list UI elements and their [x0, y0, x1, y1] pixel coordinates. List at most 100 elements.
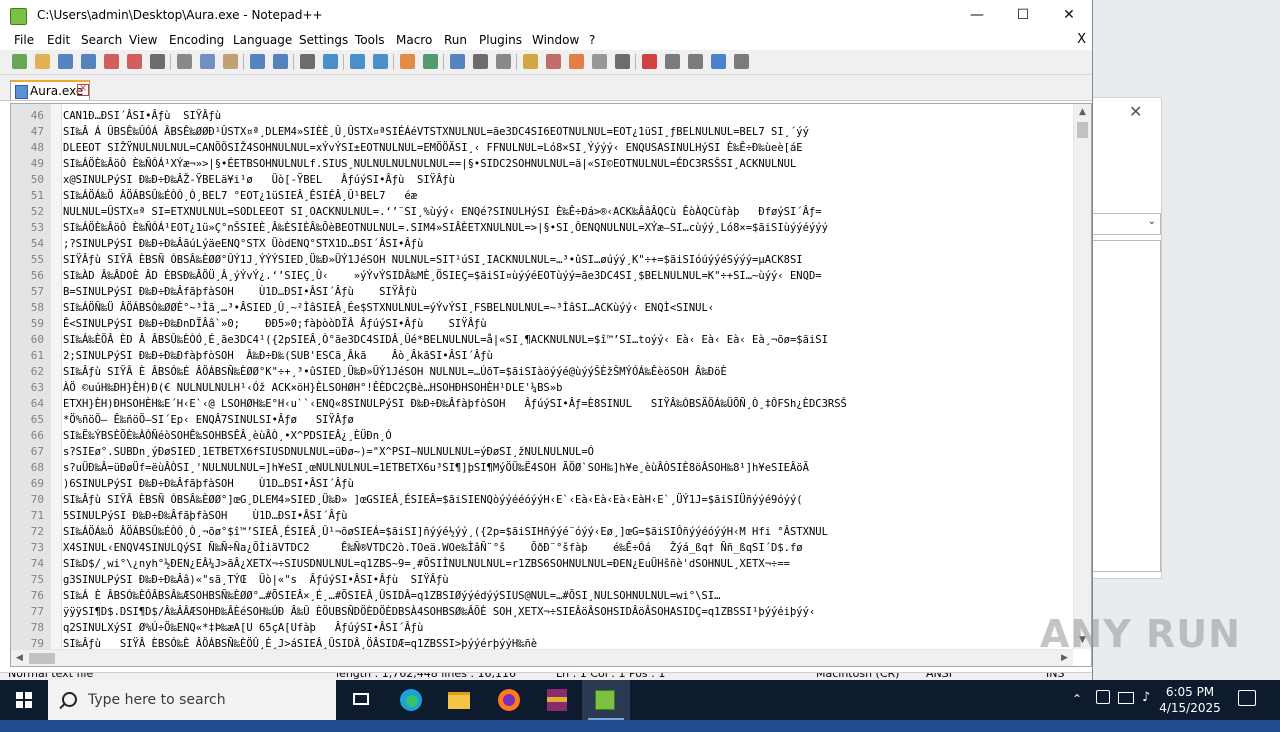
indent-guide-icon[interactable]: [496, 54, 511, 69]
close-all-icon[interactable]: [127, 54, 142, 69]
notepadpp-taskbar-icon[interactable]: [582, 680, 630, 720]
new-icon[interactable]: [12, 54, 27, 69]
sync-v-icon[interactable]: [400, 54, 415, 69]
editor-line[interactable]: 60 SI‰Á‰ÈÖÂ ÈD Â ÂBSÛ‰ÈÒÓ¸É¸ãe3DC4¹({2pSI…: [11, 332, 1073, 348]
clock[interactable]: 6:05 PM 4/15/2025: [1150, 684, 1230, 716]
horizontal-scrollbar[interactable]: ◀ ▶: [11, 649, 1073, 666]
editor-line[interactable]: 68 s?uÜÐ‰Â=üÐøÜf=ëùÂÒSI¸'NULNULNUL=]h¥eSI…: [11, 460, 1073, 476]
all-chars-icon[interactable]: [473, 54, 488, 69]
firefox-icon[interactable]: [486, 680, 534, 720]
editor-line[interactable]: 72 SI‰ÁÖÁ‰Ö ÂÖÁBSÛ‰ÉÒÓ¸Ò¸¬õø°$î™’SIEÂ¸ÉSI…: [11, 524, 1073, 540]
function-list-icon[interactable]: [569, 54, 584, 69]
editor-line[interactable]: 67 s?SIEø°.SUBDn¸ýÐøSIED¸1ETBETX6fSIUSDNU…: [11, 444, 1073, 460]
winrar-icon[interactable]: [534, 680, 582, 720]
menu-run[interactable]: Run: [444, 33, 467, 47]
play-icon[interactable]: [688, 54, 703, 69]
editor-line[interactable]: 77 ÿÿÿSI¶D$.DSI¶D$/Â‰ÂÂÆSOHÐ‰ÂÈéSOH‰ÚÐ Â‰…: [11, 604, 1073, 620]
editor-line[interactable]: 78 q2SINULXýSI Ø%Ú÷Ö‰ENQ«*‡Þ‰æA[U 65çA[Uf…: [11, 620, 1073, 636]
record-icon[interactable]: [642, 54, 657, 69]
editor-line[interactable]: 54 ;?SINULPýSI Ð‰Ð÷Ð‰ÂãúLýäeENQ°STX ÜòdEN…: [11, 236, 1073, 252]
editor-line[interactable]: 49 SI‰ÁÖÈ‰ÂöÒ È‰ÑÓÁ¹XÝæ¬»>|§•ÉETBSOHNULNU…: [11, 156, 1073, 172]
vertical-scroll-thumb[interactable]: [1077, 122, 1088, 138]
menu-encoding[interactable]: Encoding: [169, 33, 224, 47]
editor-line[interactable]: 59 Ê<SINULPýSI Ð‰Ð÷Ð‰ÐnDÏÂâ`»0; ÐÐ5»0;fàþ…: [11, 316, 1073, 332]
menu-settings[interactable]: Settings: [299, 33, 348, 47]
save-icon[interactable]: [58, 54, 73, 69]
zoom-out-icon[interactable]: [373, 54, 388, 69]
word-wrap-icon[interactable]: [450, 54, 465, 69]
folder-icon[interactable]: [592, 54, 607, 69]
save-all-icon[interactable]: [81, 54, 96, 69]
editor-line[interactable]: 70 SI‰Âƒù SIŸÂ ÈBSÑ ÓBSÂ‰ÈØØ°]œG¸DLEM4»SI…: [11, 492, 1073, 508]
scroll-left-icon[interactable]: ◀: [11, 650, 28, 666]
udl-icon[interactable]: [523, 54, 538, 69]
editor-line[interactable]: 74 SI‰D$/¸wi°\¿nyh°½ÐEN¿EÂ¼J>ãÂ¿XETX¬÷SIU…: [11, 556, 1073, 572]
editor-line[interactable]: 71 5SINULPýSI Ð‰Ð÷Ð‰ÂfãþfàSOH Ù1D…ÐSI•ÂSI…: [11, 508, 1073, 524]
doc-map-icon[interactable]: [546, 54, 561, 69]
background-close-icon[interactable]: ✕: [1129, 102, 1142, 121]
editor-line[interactable]: 50 x@SINULPýSI Ð‰Ð÷Ð‰ÂŽ-ŸBELä¥i¹ø Üò[-ŸBE…: [11, 172, 1073, 188]
tray-device-icon[interactable]: [1096, 690, 1110, 704]
menu-plugins[interactable]: Plugins: [479, 33, 522, 47]
open-icon[interactable]: [35, 54, 50, 69]
editor-line[interactable]: 51 SI‰ÁÖÁ‰Ö ÂÖÁBSÛ‰ÉÒÓ¸Ò¸BEL7 °EOT¿1üSIEÂ…: [11, 188, 1073, 204]
menu-file[interactable]: File: [14, 33, 34, 47]
start-button[interactable]: [0, 680, 48, 720]
editor-line[interactable]: 76 SI‰Á È ÂBSÓ‰ÈÓÂBSÂ‰ÆSOHBSÑ‰ÈØØ°…#ÕSIEÂ…: [11, 588, 1073, 604]
menu-language[interactable]: Language: [233, 33, 292, 47]
zoom-in-icon[interactable]: [350, 54, 365, 69]
editor-area[interactable]: 46 CAN1Ð…ÐSI´ÂSI•Âƒù SIŸÂƒù 47 SI‰Â Á ÛBSÊ‰…: [10, 103, 1092, 667]
editor-line[interactable]: 55 SIŸÂƒù SIŸÂ ÈBSÑ ÓBSÂ‰ÈØØ°ÛÝ1J¸ÝÝÝSIED…: [11, 252, 1073, 268]
stop-icon[interactable]: [665, 54, 680, 69]
menu-search[interactable]: Search: [81, 33, 122, 47]
editor-line[interactable]: 48 DLEEOT SIŽŸNULNULNUL=CANÖÖSIŽ4SOHNULNU…: [11, 140, 1073, 156]
horizontal-scroll-thumb[interactable]: [29, 653, 55, 664]
save-macro-icon[interactable]: [734, 54, 749, 69]
play-multi-icon[interactable]: [711, 54, 726, 69]
editor-line[interactable]: 56 SI‰ÀD Â‰ÂDOÈ ÂD ÈBSÐ‰ÂÖÜ¸Â¸ýÝvÝ¿.‘’SIE…: [11, 268, 1073, 284]
editor-line[interactable]: 64 ETXH}ÈH)ÐHSOHÈH‰E´H‹E`‹@ LSOHØH‰E°H‹u`…: [11, 396, 1073, 412]
maximize-button[interactable]: ☐: [1000, 0, 1046, 31]
undo-icon[interactable]: [250, 54, 265, 69]
menu-macro[interactable]: Macro: [396, 33, 432, 47]
find-icon[interactable]: [300, 54, 315, 69]
background-combobox[interactable]: ⌄: [1089, 213, 1161, 235]
notification-icon[interactable]: [1238, 690, 1256, 706]
menu-help[interactable]: ?: [589, 33, 595, 47]
menu-view[interactable]: View: [129, 33, 157, 47]
editor-line[interactable]: 73 X4SINUL‹ENQV4SINULQýSI Ñ‰Ñ÷Ña¿ÕÌiãVTDC…: [11, 540, 1073, 556]
scroll-up-icon[interactable]: ▲: [1074, 104, 1091, 121]
menu-window[interactable]: Window: [532, 33, 579, 47]
editor-line[interactable]: 57 B=SINULPýSI Ð‰Ð÷Ð‰ÂfãþfàSOH Ù1D…ÐSI•ÂS…: [11, 284, 1073, 300]
document-close-button[interactable]: X: [1077, 32, 1086, 47]
copy-icon[interactable]: [200, 54, 215, 69]
minimize-button[interactable]: —: [954, 0, 1000, 31]
edge-icon[interactable]: [388, 680, 436, 720]
replace-icon[interactable]: [323, 54, 338, 69]
tab-aura-exe[interactable]: Aura.exe ✕: [10, 80, 90, 100]
file-explorer-icon[interactable]: [436, 680, 484, 720]
editor-line[interactable]: 47 SI‰Â Á ÛBSÊ‰ÛÓÁ ÂBSÊ‰ØØÐ¹ÛSTX¤ª¸DLEM4»…: [11, 124, 1073, 140]
close-icon[interactable]: [104, 54, 119, 69]
editor-line[interactable]: 63 ÀÖ ©uúH‰ÐH}ÈH)Ð(€ NULNULNULH¹‹Óž ACK×ö…: [11, 380, 1073, 396]
editor-line[interactable]: 75 g3SINULPýSI Ð‰Ð÷Ð‰Ââ)«"sã¸TÝŒ Üò|«"s Â…: [11, 572, 1073, 588]
editor-line[interactable]: 66 SI‰Ë‰ÝBSÈÕÈ‰ÀÓÑéòSOHÊ‰SOHBSÊÂ¸èùÂÒ¸•X^…: [11, 428, 1073, 444]
editor-line[interactable]: 53 SI‰ÁÖÈ‰ÂöÒ È‰ÑÓÁ¹EOT¿1ü»Ç°nŠSIEÈ¸Â‰ÈSI…: [11, 220, 1073, 236]
editor-line[interactable]: 52 NULNUL=ÛSTX¤ª SI=ETXNULNUL=SODLEEOT SI…: [11, 204, 1073, 220]
print-icon[interactable]: [150, 54, 165, 69]
editor-line[interactable]: 61 2;SINULPýSI Ð‰Ð÷Ð‰ÐfàþfòSOH Â‰Ð÷Ð‰(SUB…: [11, 348, 1073, 364]
vertical-scrollbar[interactable]: ▲ ▼: [1073, 104, 1091, 649]
cut-icon[interactable]: [177, 54, 192, 69]
paste-icon[interactable]: [223, 54, 238, 69]
editor-line[interactable]: 46 CAN1Ð…ÐSI´ÂSI•Âƒù SIŸÂƒù: [11, 108, 1073, 124]
tab-close-icon[interactable]: ✕: [77, 84, 89, 96]
menu-tools[interactable]: Tools: [355, 33, 385, 47]
network-icon[interactable]: [1118, 692, 1134, 704]
editor-line[interactable]: 69)6SINULPýSI Ð‰Ð÷Ð‰ÂfãþfàSOH Ù1D…ÐSI•ÂS…: [11, 476, 1073, 492]
close-button[interactable]: ✕: [1046, 0, 1092, 31]
monitor-icon[interactable]: [615, 54, 630, 69]
editor-line[interactable]: 65 *Ö%ñöÖ– Ê‰ñöÖ–SI´Ep‹ ENQÂ7SINULSI•Âƒø …: [11, 412, 1073, 428]
editor-line[interactable]: 62 SI‰Âƒù SIŸÂ È ÂBSÓ‰É ÂÖÁBSÑ‰ÈØØ°K"÷+¸³…: [11, 364, 1073, 380]
task-view-icon[interactable]: [338, 680, 386, 720]
taskbar-search[interactable]: Type here to search: [48, 680, 336, 720]
